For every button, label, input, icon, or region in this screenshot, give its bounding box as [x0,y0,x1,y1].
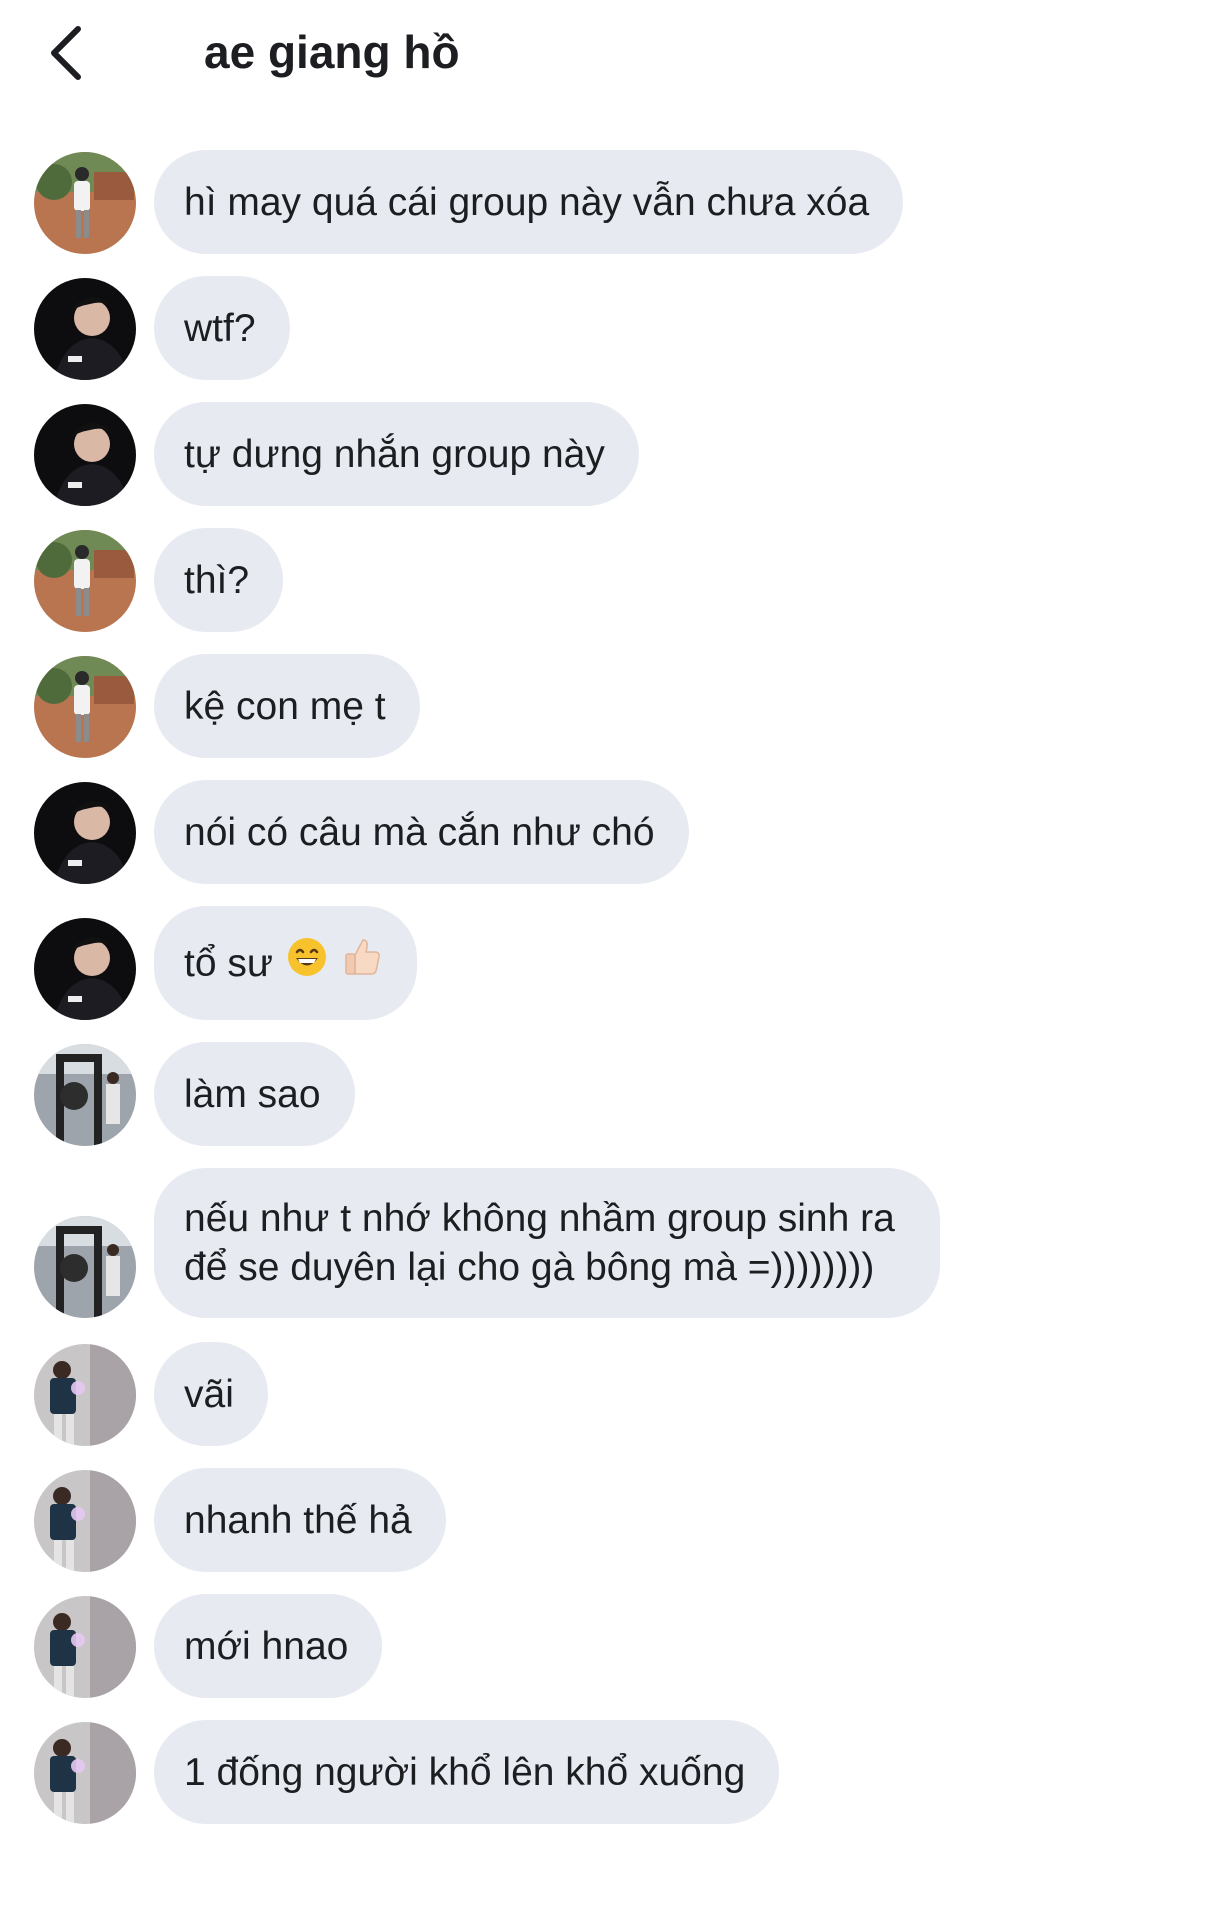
message-row: thì? [0,528,1216,632]
message-bubble[interactable]: tự dưng nhắn group này [154,402,639,506]
message-text: nói có câu mà cắn như chó [184,810,655,854]
message-bubble[interactable]: vãi [154,1342,268,1446]
message-text: vãi [184,1372,234,1416]
message-text: nhanh thế hả [184,1498,412,1542]
message-text: kệ con mẹ t [184,684,386,728]
message-text: thì? [184,558,250,602]
avatar-gym[interactable] [34,1216,136,1318]
message-list: hì may quá cái group này vẫn chưa xóa wt… [0,150,1216,1846]
message-text: hì may quá cái group này vẫn chưa xóa [184,180,870,224]
avatar-mirror[interactable] [34,1344,136,1446]
message-row: mới hnao [0,1594,1216,1698]
message-text: làm sao [184,1072,321,1116]
chevron-left-icon [51,26,81,80]
message-row: hì may quá cái group này vẫn chưa xóa [0,150,1216,254]
avatar-garden[interactable] [34,656,136,758]
message-text: mới hnao [184,1624,349,1668]
thumbs-up-emoji [341,936,383,990]
message-row: tổ sư [0,906,1216,1020]
chat-title: ae giang hồ [204,26,460,78]
message-row: wtf? [0,276,1216,380]
message-bubble[interactable]: nói có câu mà cắn như chó [154,780,689,884]
message-bubble[interactable]: tổ sư [154,906,417,1020]
avatar-dark[interactable] [34,278,136,380]
message-row: kệ con mẹ t [0,654,1216,758]
message-row: làm sao [0,1042,1216,1146]
avatar-mirror[interactable] [34,1596,136,1698]
message-row: tự dưng nhắn group này [0,402,1216,506]
message-bubble[interactable]: làm sao [154,1042,355,1146]
avatar-dark[interactable] [34,782,136,884]
avatar-dark[interactable] [34,918,136,1020]
avatar-garden[interactable] [34,530,136,632]
message-bubble[interactable]: 1 đống người khổ lên khổ xuống [154,1720,780,1824]
message-bubble[interactable]: thì? [154,528,284,632]
message-row: 1 đống người khổ lên khổ xuống [0,1720,1216,1824]
message-row: nhanh thế hả [0,1468,1216,1572]
grinning-face-emoji [287,937,327,989]
message-row: vãi [0,1342,1216,1446]
message-text: wtf? [184,306,256,350]
avatar-mirror[interactable] [34,1722,136,1824]
message-bubble[interactable]: kệ con mẹ t [154,654,420,758]
avatar-gym[interactable] [34,1044,136,1146]
message-bubble[interactable]: nếu như t nhớ không nhầm group sinh ra đ… [154,1168,940,1318]
back-button[interactable] [36,18,96,88]
message-bubble[interactable]: hì may quá cái group này vẫn chưa xóa [154,150,904,254]
message-bubble[interactable]: nhanh thế hả [154,1468,446,1572]
message-row: nói có câu mà cắn như chó [0,780,1216,884]
avatar-dark[interactable] [34,404,136,506]
avatar-garden[interactable] [34,152,136,254]
message-bubble[interactable]: mới hnao [154,1594,383,1698]
chat-header: ae giang hồ [0,0,1216,110]
message-text: tổ sư [184,941,273,985]
message-text: nếu như t nhớ không nhầm group sinh ra đ… [184,1197,895,1289]
message-text: tự dưng nhắn group này [184,432,605,476]
message-row: nếu như t nhớ không nhầm group sinh ra đ… [0,1168,1216,1318]
avatar-mirror[interactable] [34,1470,136,1572]
message-bubble[interactable]: wtf? [154,276,290,380]
message-text: 1 đống người khổ lên khổ xuống [184,1750,746,1794]
